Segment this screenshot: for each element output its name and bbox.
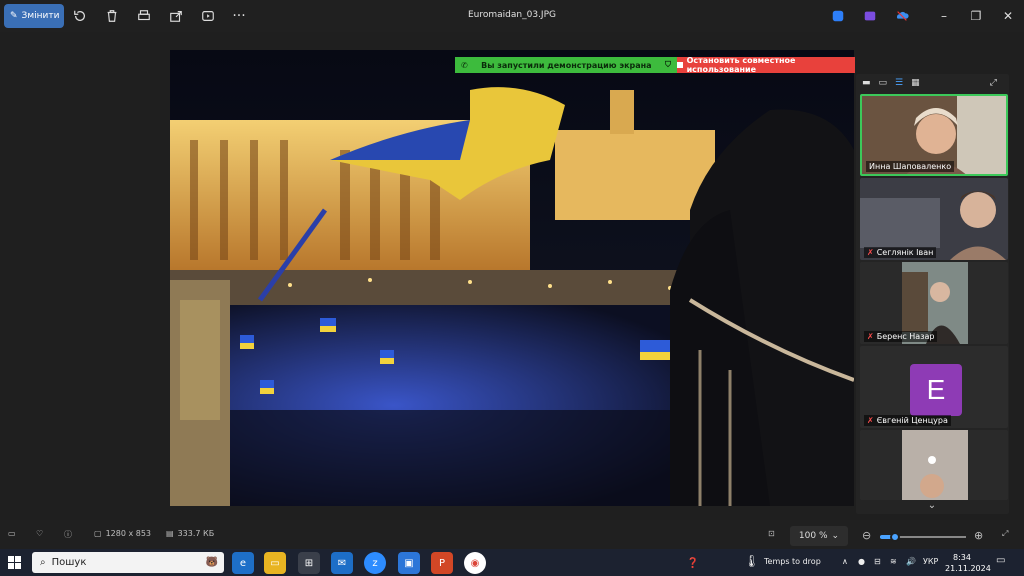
clock-date: 21.11.2024 [945, 564, 991, 573]
expand-icon[interactable]: ⤢ [990, 78, 997, 88]
search-placeholder: Пошук [51, 557, 87, 568]
rotate-icon[interactable] [70, 6, 90, 26]
participant-name-tag: ✗ Беренс Назар [864, 331, 938, 342]
participant-tile[interactable] [860, 430, 1008, 500]
print-icon[interactable] [134, 6, 154, 26]
chevron-up-icon[interactable]: ∧ [842, 557, 848, 566]
status-bar: ▭ ♡ ⓘ ▢ 1280 x 853 ▤ 333.7 КБ ⊡ 100 % ⌄ … [0, 524, 1024, 548]
photo [170, 50, 854, 506]
minimize-panel-icon[interactable]: ▬ [862, 78, 871, 88]
clock-time: 8:34 [953, 553, 971, 562]
network-icon[interactable]: ⊟ [874, 557, 881, 566]
participant-tile[interactable]: ✗ Беренс Назар [860, 262, 1008, 344]
edit-icon: ✎ [10, 11, 18, 21]
screen-share-banner: ✆ Вы запустили демонстрацию экрана ⛉ Ост… [455, 56, 855, 74]
list-view-icon[interactable]: ☰ [895, 78, 903, 88]
dimensions-icon: ▢ [94, 529, 102, 538]
tray-app-icon[interactable]: ● [858, 557, 865, 566]
zoom-level: 100 % [798, 531, 828, 541]
share-icon[interactable] [166, 6, 186, 26]
single-view-icon[interactable]: ▭ [879, 78, 888, 88]
participant-tile[interactable]: Инна Шаповаленко [860, 94, 1008, 176]
maximize-button[interactable]: ❐ [964, 6, 988, 26]
powerpoint-icon[interactable]: P [431, 552, 453, 574]
zoom-out-icon[interactable]: ⊖ [862, 529, 871, 542]
windows-start-icon[interactable] [8, 556, 21, 569]
store-icon[interactable]: ⊞ [298, 552, 320, 574]
edit-button[interactable]: ✎ Змінити [4, 4, 64, 28]
system-clock[interactable]: 8:34 21.11.2024 [945, 552, 991, 574]
participant-tile[interactable]: E ✗ Євгеній Ценцура [860, 346, 1008, 428]
weather-text[interactable]: Temps to drop [764, 557, 821, 566]
participant-name: Беренс Назар [876, 332, 935, 341]
language-indicator[interactable]: УКР [923, 557, 938, 566]
title-bar: ✎ Змінити ··· Euromaidan_03.JPG – ❐ ✕ [0, 0, 1024, 32]
mail-icon[interactable]: ✉ [331, 552, 353, 574]
participant-name: Сеглянік Іван [876, 248, 934, 257]
wifi-icon[interactable]: ≋ [890, 557, 897, 566]
zoom-in-icon[interactable]: ⊕ [974, 529, 983, 542]
file-explorer-icon[interactable]: ▭ [264, 552, 286, 574]
notifications-icon[interactable]: ▭ [996, 555, 1005, 566]
search-icon: ⌕ [40, 557, 46, 568]
onedrive-icon[interactable] [892, 6, 912, 26]
edge-icon[interactable]: e [232, 552, 254, 574]
file-size: ▤ 333.7 КБ [166, 529, 214, 538]
help-icon[interactable]: ❓ [682, 552, 704, 574]
share-status-text: Вы запустили демонстрацию экрана [481, 60, 652, 70]
search-highlight-icon: 🐻 [205, 557, 218, 568]
stop-icon [677, 62, 683, 68]
file-size-text: 333.7 КБ [177, 529, 215, 538]
image-dimensions: ▢ 1280 x 853 [94, 529, 151, 538]
participant-name: Инна Шаповаленко [869, 162, 952, 171]
taskbar: ⌕ Пошук 🐻 e ▭ ⊞ ✉ z ▣ P ◉ ❓ 🌡 Temps to d… [0, 549, 1024, 576]
participant-name-tag: ✗ Сеглянік Іван [864, 247, 937, 258]
chevron-down-icon: ⌄ [831, 531, 840, 541]
edit-button-label: Змінити [21, 11, 60, 21]
muted-mic-icon: ✗ [867, 416, 874, 425]
participant-tile[interactable]: ✗ Сеглянік Іван [860, 178, 1008, 260]
thermometer-icon: 🌡 [744, 554, 760, 568]
designer-icon[interactable] [828, 6, 848, 26]
scroll-down-chevron-icon[interactable]: ⌄ [918, 500, 946, 512]
share-status: ✆ Вы запустили демонстрацию экрана ⛉ [455, 57, 677, 73]
zoom-level-dropdown[interactable]: 100 % ⌄ [790, 526, 848, 546]
delete-icon[interactable] [102, 6, 122, 26]
shield-icon: ⛉ [665, 60, 671, 69]
file-icon: ▤ [166, 529, 174, 538]
clipchamp-icon[interactable] [860, 6, 880, 26]
avatar: E [910, 364, 962, 416]
more-options-icon[interactable]: ··· [229, 6, 249, 26]
volume-icon[interactable]: 🔊 [906, 557, 916, 566]
close-button[interactable]: ✕ [996, 6, 1020, 26]
gallery-view-icon[interactable]: ▦ [911, 78, 920, 88]
participant-name: Євгеній Ценцура [876, 416, 948, 425]
stop-share-label: Остановить совместное использование [686, 56, 796, 74]
zoom-app-icon[interactable]: z [364, 552, 386, 574]
participant-panel: ▬ ▭ ☰ ▦ ⤢ Инна Шаповаленко ✗ Сеглянік Ів… [856, 74, 1009, 514]
fullscreen-icon[interactable]: ⤢ [1002, 529, 1008, 539]
favorite-icon[interactable]: ♡ [36, 529, 43, 538]
stop-share-button[interactable]: Остановить совместное использование [677, 56, 855, 74]
filmstrip-icon[interactable]: ▭ [8, 529, 16, 538]
taskbar-search[interactable]: ⌕ Пошук 🐻 [32, 552, 224, 573]
photos-icon[interactable]: ▣ [398, 552, 420, 574]
fit-to-window-icon[interactable]: ⊡ [768, 529, 775, 538]
participant-name-tag: Инна Шаповаленко [866, 161, 955, 172]
info-icon[interactable]: ⓘ [64, 529, 72, 540]
minimize-button[interactable]: – [932, 6, 956, 26]
zoom-slider-handle[interactable] [890, 532, 900, 542]
muted-mic-icon: ✗ [867, 248, 874, 257]
slideshow-icon[interactable] [198, 6, 218, 26]
chrome-icon[interactable]: ◉ [464, 552, 486, 574]
participant-video [860, 430, 1008, 500]
dimensions-text: 1280 x 853 [105, 529, 152, 538]
muted-mic-icon: ✗ [867, 332, 874, 341]
participant-name-tag: ✗ Євгеній Ценцура [864, 415, 951, 426]
phone-icon: ✆ [461, 60, 468, 70]
panel-toolbar: ▬ ▭ ☰ ▦ ⤢ [856, 74, 1009, 92]
